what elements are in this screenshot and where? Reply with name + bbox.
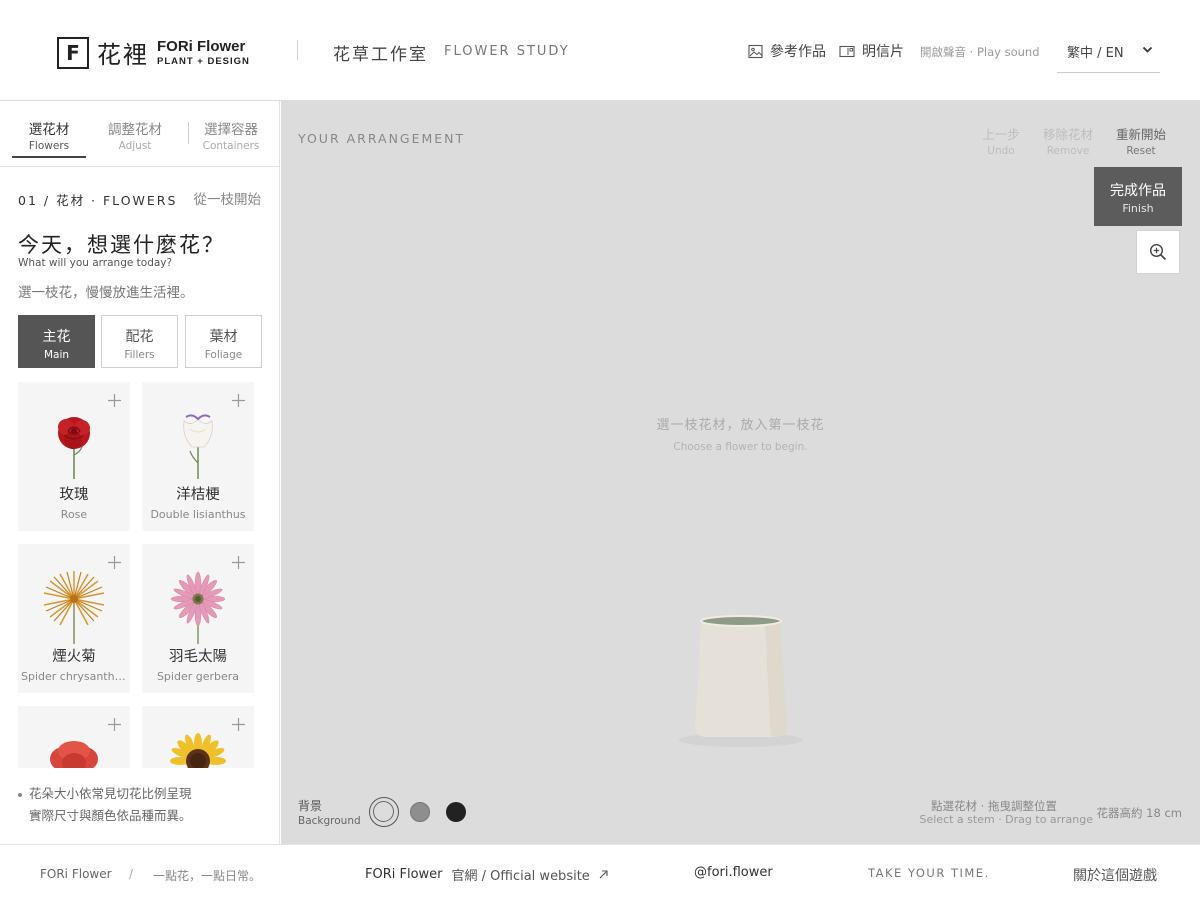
category-fillers-button[interactable]: 配花 Fillers bbox=[101, 315, 178, 368]
flower-card-chrysanthemum[interactable]: 煙火菊 Spider chrysanthemum bbox=[18, 544, 130, 693]
vase-height: 花器高約 18 cm bbox=[1096, 806, 1182, 820]
about-game-link[interactable]: 關於這個遊戲 bbox=[1073, 865, 1157, 885]
plus-icon[interactable] bbox=[108, 718, 121, 731]
page-title-en: What will you arrange today? bbox=[18, 257, 173, 269]
tab-containers[interactable]: 選擇容器 Containers bbox=[194, 118, 268, 152]
arrangement-label: YOUR ARRANGEMENT bbox=[298, 131, 466, 146]
plus-icon[interactable] bbox=[108, 556, 121, 569]
footer-tagline: 一點花，一點日常。 bbox=[153, 869, 262, 883]
flower-card-poppy[interactable] bbox=[18, 706, 130, 768]
finish-button[interactable]: 完成作品 Finish bbox=[1094, 167, 1182, 226]
plus-icon[interactable] bbox=[232, 718, 245, 731]
reference-works-link[interactable]: 參考作品 bbox=[748, 41, 826, 61]
header: F 花裡 FORi Flower PLANT + DESIGN 花草工作室 FL… bbox=[0, 0, 1200, 101]
size-note: 花朵大小依常見切花比例呈現 實際尺寸與顏色依品種而異。 bbox=[18, 783, 192, 827]
tab-adjust[interactable]: 調整花材 Adjust bbox=[98, 118, 172, 152]
lisianthus-icon bbox=[183, 414, 213, 479]
page-subtitle: 選一枝花，慢慢放進生活裡。 bbox=[18, 285, 194, 301]
logo-mark: F bbox=[57, 36, 89, 69]
instagram-link[interactable]: @fori.flower bbox=[694, 865, 773, 880]
image-icon bbox=[748, 44, 763, 58]
active-tab-indicator bbox=[12, 156, 86, 158]
plus-icon[interactable] bbox=[108, 394, 121, 407]
step-label: 01 / 花材 · FLOWERS bbox=[18, 193, 178, 208]
sidebar: 選花材 Flowers 調整花材 Adjust 選擇容器 Containers … bbox=[0, 101, 280, 844]
footer-slogan: TAKE YOUR TIME. bbox=[868, 866, 990, 880]
zoom-in-icon bbox=[1149, 243, 1167, 261]
language-select[interactable]: 繁中 / EN bbox=[1057, 30, 1160, 73]
tab-divider bbox=[188, 122, 189, 144]
empty-hint-en: Choose a flower to begin. bbox=[673, 441, 808, 453]
background-swatch-light[interactable] bbox=[369, 797, 399, 827]
plus-icon[interactable] bbox=[232, 394, 245, 407]
background-swatch-dark[interactable] bbox=[446, 802, 466, 822]
empty-hint: 選一枝花材，放入第一枝花 bbox=[656, 418, 825, 433]
footer: FORi Flower / 一點花，一點日常。 FORi Flower 官網 /… bbox=[0, 844, 1200, 900]
logo-cn: 花裡 bbox=[97, 41, 149, 69]
category-foliage-button[interactable]: 葉材 Foliage bbox=[185, 315, 262, 368]
background-swatch-gray[interactable] bbox=[410, 802, 430, 822]
select-hint: 點選花材 · 拖曳調整位置 bbox=[931, 799, 1057, 813]
chrysanthemum-icon bbox=[43, 571, 105, 644]
sunflower-icon bbox=[170, 733, 226, 768]
sidebar-tabs: 選花材 Flowers 調整花材 Adjust 選擇容器 Containers bbox=[0, 101, 279, 167]
logo[interactable]: F 花裡 FORi Flower PLANT + DESIGN bbox=[57, 35, 250, 70]
select-hint-en: Select a stem · Drag to arrange bbox=[919, 813, 1094, 826]
remove-button[interactable]: 移除花材 Remove bbox=[1041, 124, 1095, 157]
poppy-icon bbox=[50, 741, 98, 768]
official-website-link[interactable]: FORi Flower 官網 / Official website bbox=[365, 865, 608, 884]
flower-card-lisianthus[interactable]: 洋桔梗 Double lisianthus bbox=[142, 382, 254, 531]
studio-title-cn: 花草工作室 bbox=[333, 45, 428, 65]
category-main-button[interactable]: 主花 Main bbox=[18, 315, 95, 368]
flower-grid: 玫瑰 Rose 洋桔梗 Double lisianthus 煙火菊 Spider… bbox=[18, 382, 263, 768]
logo-en: FORi Flower bbox=[157, 37, 246, 55]
footer-divider: / bbox=[129, 867, 134, 881]
plus-icon[interactable] bbox=[232, 556, 245, 569]
page-title: 今天，想選什麼花？ bbox=[18, 233, 225, 257]
footer-brand: FORi Flower bbox=[40, 867, 112, 881]
play-sound-toggle[interactable]: 開啟聲音 · Play sound bbox=[920, 44, 1040, 60]
external-link-icon bbox=[599, 870, 608, 879]
background-label: 背景 Background bbox=[298, 799, 361, 827]
reset-button[interactable]: 重新開始 Reset bbox=[1114, 124, 1168, 157]
postcard-link[interactable]: 明信片 bbox=[839, 41, 904, 61]
flower-card-rose[interactable]: 玫瑰 Rose bbox=[18, 382, 130, 531]
rose-icon bbox=[58, 417, 90, 479]
undo-button[interactable]: 上一步 Undo bbox=[976, 124, 1026, 157]
header-divider bbox=[297, 40, 298, 60]
postcard-icon bbox=[839, 45, 855, 57]
flower-card-sunflower[interactable] bbox=[142, 706, 254, 768]
flower-card-gerbera[interactable]: 羽毛太陽 Spider gerbera bbox=[142, 544, 254, 693]
zoom-in-button[interactable] bbox=[1136, 230, 1180, 274]
vase-container[interactable] bbox=[679, 609, 803, 749]
studio-title-en: FLOWER STUDY bbox=[444, 44, 570, 59]
tab-flowers[interactable]: 選花材 Flowers bbox=[12, 118, 86, 152]
gerbera-icon bbox=[170, 571, 226, 644]
logo-sub: PLANT + DESIGN bbox=[157, 55, 250, 67]
start-with-one-link[interactable]: 從一枝開始 bbox=[194, 188, 262, 208]
chevron-down-icon bbox=[1142, 46, 1153, 53]
arrangement-canvas[interactable]: YOUR ARRANGEMENT 上一步 Undo 移除花材 Remove 重新… bbox=[281, 101, 1200, 844]
